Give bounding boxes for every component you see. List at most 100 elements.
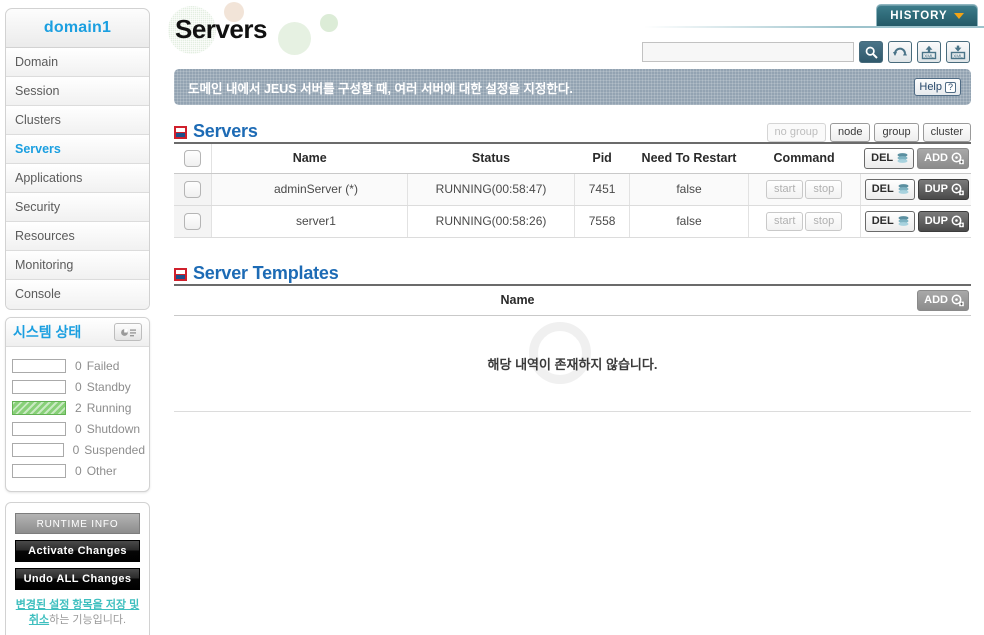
history-label: HISTORY <box>890 9 948 22</box>
server-restart-cell: false <box>629 173 749 206</box>
help-label: Help <box>919 81 942 93</box>
runtime-info-button[interactable]: RUNTIME INFO <box>15 513 140 534</box>
stack-delete-icon <box>897 152 908 163</box>
status-row: 0 Standby <box>12 376 145 397</box>
server-name-cell: server1 <box>211 205 409 238</box>
servers-table-header-row: Name Status Pid Need To Restart Command … <box>174 142 971 174</box>
server-command-cell: start stop <box>748 205 861 238</box>
status-bar-failed <box>12 358 66 373</box>
status-row: 0 Other <box>12 460 145 481</box>
status-row: 0 Failed <box>12 355 145 376</box>
column-header-name: Name <box>211 142 408 174</box>
system-status-header: 시스템 상태 <box>6 318 149 347</box>
sidebar-item-resources[interactable]: Resources <box>6 222 149 251</box>
status-count: 2 <box>75 400 82 415</box>
xml-export-icon[interactable]: XML <box>946 41 970 63</box>
decorative-circle <box>278 22 311 55</box>
stack-delete-icon <box>898 183 909 194</box>
gear-copy-icon <box>951 215 964 227</box>
templates-section-title: Server Templates <box>193 263 339 283</box>
group-filter-cluster[interactable]: cluster <box>922 123 971 142</box>
stop-button[interactable]: stop <box>805 179 843 199</box>
sidebar-item-domain[interactable]: Domain <box>6 48 149 77</box>
status-row: 2 Running <box>12 397 145 418</box>
add-button[interactable]: ADD <box>917 147 969 169</box>
status-label: Failed <box>86 358 120 373</box>
refresh-icon[interactable] <box>888 41 912 63</box>
templates-table-header-row: Name ADD <box>174 284 971 316</box>
status-row: 0 Shutdown <box>12 418 145 439</box>
server-status-cell: RUNNING(00:58:47) <box>407 173 575 206</box>
servers-section-title: Servers <box>193 121 258 141</box>
start-button[interactable]: start <box>765 211 804 231</box>
column-header-status: Status <box>407 142 575 174</box>
row-select-cell <box>174 205 212 238</box>
status-bar-standby <box>12 379 66 394</box>
action-panel: RUNTIME INFO Activate Changes Undo ALL C… <box>5 502 150 635</box>
servers-section: Servers no group node group cluster Name St… <box>174 116 971 238</box>
group-filter-node[interactable]: node <box>829 123 871 142</box>
dup-button[interactable]: DUP <box>917 178 969 200</box>
sidebar-item-monitoring[interactable]: Monitoring <box>6 251 149 280</box>
sidebar-item-applications[interactable]: Applications <box>6 164 149 193</box>
del-button[interactable]: DEL <box>864 147 915 169</box>
sidebar-item-security[interactable]: Security <box>6 193 149 222</box>
select-all-checkbox[interactable] <box>183 149 201 167</box>
sidebar-item-session[interactable]: Session <box>6 77 149 106</box>
table-row: server1 RUNNING(00:58:26) 7558 false start st… <box>174 205 971 238</box>
row-checkbox[interactable] <box>183 180 201 198</box>
server-templates-section: Server Templates Name ADD 해당 내역이 존재하지 않습… <box>174 258 971 412</box>
status-count: 0 <box>75 421 82 436</box>
domain-header: domain1 <box>5 8 150 48</box>
status-label: Other <box>86 463 117 478</box>
info-banner-text: 도메인 내에서 JEUS 서버를 구성할 때, 여러 서버에 대한 설정을 지정… <box>188 81 573 96</box>
status-label: Running <box>86 400 132 415</box>
sidebar-item-clusters[interactable]: Clusters <box>6 106 149 135</box>
help-button[interactable]: Help ? <box>914 78 961 96</box>
stop-button[interactable]: stop <box>805 211 843 231</box>
group-filter-buttons: no group node group cluster <box>766 123 971 142</box>
gear-plus-icon <box>951 152 964 164</box>
status-bar-running <box>12 400 66 415</box>
row-checkbox[interactable] <box>183 212 201 230</box>
action-panel-description: 변경된 설정 항목을 저장 및 취소하는 기능입니다. <box>15 598 140 628</box>
status-count: 0 <box>75 463 82 478</box>
start-button[interactable]: start <box>765 179 804 199</box>
add-button[interactable]: ADD <box>917 289 969 311</box>
status-count: 0 <box>75 379 82 394</box>
group-filter-no-group: no group <box>766 123 826 142</box>
search-input[interactable] <box>642 42 854 62</box>
status-bar-suspended <box>12 442 64 457</box>
undo-all-changes-button[interactable]: Undo ALL Changes <box>15 568 140 590</box>
select-all-header <box>174 142 212 174</box>
search-icon[interactable] <box>859 41 883 63</box>
del-button[interactable]: DEL <box>864 178 915 200</box>
group-filter-group[interactable]: group <box>874 123 919 142</box>
server-restart-cell: false <box>629 205 749 238</box>
system-status-title: 시스템 상태 <box>13 324 82 340</box>
empty-watermark-icon <box>528 321 591 384</box>
column-header-need-to-restart: Need To Restart <box>629 142 749 174</box>
del-button[interactable]: DEL <box>864 210 915 232</box>
xml-import-icon[interactable]: XML <box>917 41 941 63</box>
column-header-pid: Pid <box>574 142 630 174</box>
servers-section-header: Servers no group node group cluster <box>174 116 971 142</box>
activate-changes-button[interactable]: Activate Changes <box>15 540 140 562</box>
system-status-list: 0 Failed 0 Standby 2 Running 0 Shutdown 0 Suspend… <box>6 347 149 491</box>
svg-text:XML: XML <box>953 53 963 58</box>
history-button[interactable]: HISTORY <box>876 4 978 26</box>
server-templates-table: Name ADD <box>174 284 971 316</box>
gear-plus-icon <box>951 294 964 306</box>
button-label: DEL <box>871 183 894 195</box>
report-chart-icon[interactable] <box>114 323 142 341</box>
status-bar-other <box>12 463 66 478</box>
sidebar-item-servers[interactable]: Servers <box>6 135 149 164</box>
dup-button[interactable]: DUP <box>917 210 969 232</box>
sidebar: domain1 Domain Session Clusters Servers Appl… <box>5 8 150 635</box>
column-header-command: Command <box>748 142 861 174</box>
status-count: 0 <box>75 358 82 373</box>
sidebar-item-console[interactable]: Console <box>6 280 149 309</box>
table-row: adminServer (*) RUNNING(00:58:47) 7451 fals… <box>174 173 971 206</box>
button-label: ADD <box>924 294 948 307</box>
section-bullet-icon <box>174 268 187 281</box>
